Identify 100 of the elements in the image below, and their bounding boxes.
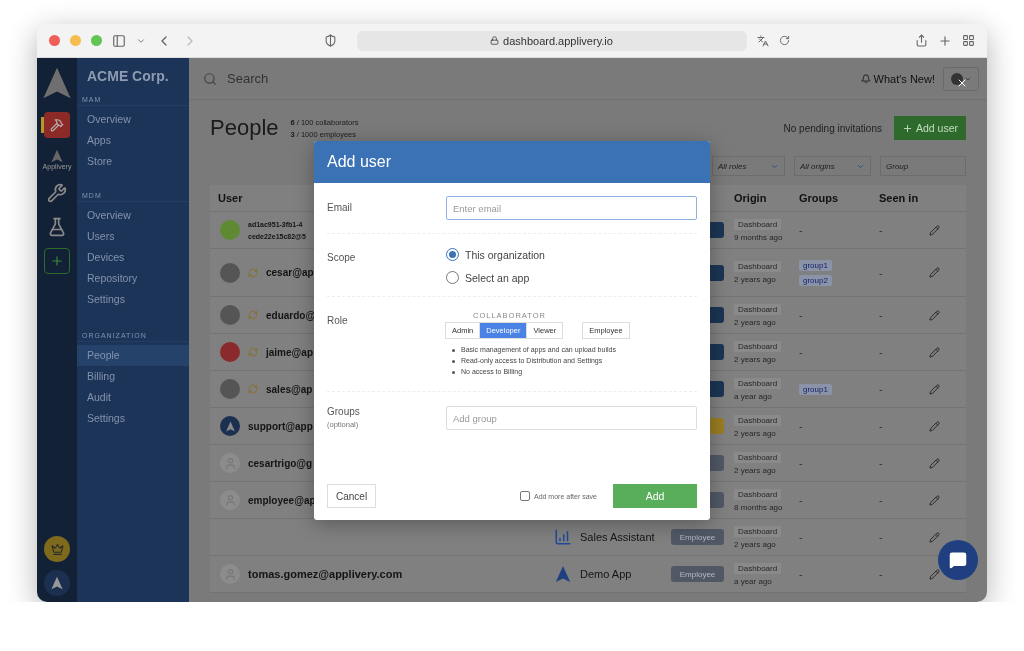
dialog-title: Add user	[314, 141, 710, 183]
edit-icon[interactable]	[929, 383, 940, 395]
wrench-icon	[47, 183, 67, 203]
edit-icon[interactable]	[929, 531, 940, 543]
origin-tag: Dashboard	[734, 488, 782, 500]
groups-empty: -	[799, 420, 803, 432]
origin-time: 2 years ago	[734, 428, 776, 438]
origin-tag: Dashboard	[734, 218, 782, 230]
origin-time: a year ago	[734, 391, 772, 401]
whats-new-link[interactable]: What's New!	[860, 72, 935, 85]
edit-icon[interactable]	[929, 224, 940, 236]
sidebar-item[interactable]: Devices	[77, 247, 189, 268]
sidebar-item[interactable]: Users	[77, 226, 189, 247]
bar-chart-icon	[554, 528, 572, 546]
field-label: Groups	[327, 406, 360, 417]
group-field[interactable]: Add group	[446, 406, 697, 430]
shield-icon[interactable]	[323, 34, 337, 47]
user-email: cesartrigo@g	[248, 457, 313, 469]
user-email: eduardo@	[266, 309, 316, 321]
filter-select[interactable]: All origins	[794, 156, 871, 176]
seen-in-empty: -	[879, 568, 883, 580]
edit-icon[interactable]	[929, 420, 940, 432]
scope-radio[interactable]: Select an app	[446, 271, 530, 284]
crown-button[interactable]	[44, 536, 70, 562]
sidebar-item[interactable]: Store	[77, 151, 189, 172]
invitations-text: No pending invitations	[783, 122, 882, 134]
sidebar-item[interactable]: Overview	[77, 109, 189, 130]
triangle-logo-icon	[50, 576, 64, 590]
edit-icon[interactable]	[929, 494, 940, 506]
search-icon	[203, 71, 217, 86]
scope-radio[interactable]: This organization	[446, 248, 545, 261]
origin-time: 8 months ago	[734, 502, 783, 512]
sidebar-item[interactable]: People	[77, 345, 189, 366]
groups-empty: -	[799, 346, 803, 358]
new-tab-icon[interactable]	[938, 33, 952, 48]
hammer-icon	[50, 118, 64, 132]
sidebar-item[interactable]: Settings	[77, 408, 189, 429]
reload-icon[interactable]	[778, 35, 790, 46]
triangle-logo-icon	[50, 148, 64, 163]
filter-select[interactable]: All roles	[712, 156, 785, 176]
add-user-button[interactable]: Add user	[893, 116, 966, 140]
column-header: Groups	[799, 192, 839, 204]
search-field[interactable]: Search	[225, 70, 853, 87]
sidebar-item[interactable]: Audit	[77, 387, 189, 408]
groups-empty: -	[799, 457, 803, 469]
role-badge: Employee	[671, 529, 724, 545]
sidebar-item[interactable]: Billing	[77, 366, 189, 387]
close-button[interactable]	[956, 77, 968, 89]
photo-placeholder	[220, 379, 240, 399]
translate-icon[interactable]	[756, 34, 769, 47]
edit-icon[interactable]	[929, 346, 940, 358]
edit-icon[interactable]	[929, 267, 940, 278]
lock-icon	[490, 36, 500, 45]
add-button[interactable]: Add	[613, 484, 697, 508]
avatar-icon	[950, 71, 964, 86]
origin-time: a year ago	[734, 576, 772, 586]
page-title: People	[210, 115, 279, 141]
seen-in-empty: -	[879, 457, 883, 469]
sidebar-item[interactable]: Apps	[77, 130, 189, 151]
origin-time: 9 months ago	[734, 232, 783, 242]
chat-button[interactable]	[938, 540, 978, 580]
sidebar-item[interactable]: Overview	[77, 205, 189, 226]
bell-icon	[860, 73, 871, 84]
bullet-icon	[452, 370, 455, 374]
add-rail-button[interactable]	[44, 248, 70, 274]
field-label: Scope	[327, 251, 356, 263]
close-window-button[interactable]	[49, 35, 60, 46]
origin-tag: Dashboard	[734, 303, 782, 315]
field-label: Role	[327, 314, 348, 326]
email-field[interactable]: Enter email	[446, 196, 697, 220]
organization-name: ACME Corp.	[86, 68, 170, 86]
share-icon[interactable]	[915, 34, 928, 47]
edit-icon[interactable]	[929, 309, 940, 321]
origin-time: 2 years ago	[734, 317, 776, 327]
user-email: tomas.gomez@applivery.com	[248, 568, 403, 580]
cancel-button[interactable]: Cancel	[327, 484, 377, 508]
logo-button[interactable]	[44, 570, 70, 596]
sidebar-item[interactable]: Settings	[77, 289, 189, 310]
zoom-window-button[interactable]	[91, 35, 102, 46]
tab-overview-icon[interactable]	[962, 34, 975, 47]
photo-placeholder	[220, 262, 240, 283]
plus-icon	[901, 122, 913, 134]
origin-tag: Dashboard	[734, 261, 782, 272]
origin-time: 2 years ago	[734, 275, 776, 284]
edit-icon[interactable]	[929, 457, 940, 469]
edit-icon[interactable]	[929, 568, 940, 580]
bullet-icon	[452, 359, 455, 363]
user-email: jaime@ap	[266, 346, 313, 358]
user-email: employee@ap	[248, 494, 316, 506]
sidebar-icon[interactable]	[112, 33, 126, 48]
sidebar-item[interactable]: Repository	[77, 268, 189, 289]
origin-tag: Dashboard	[734, 377, 782, 389]
group-tag: group2	[799, 274, 832, 286]
group-filter-field[interactable]: Group	[880, 156, 966, 176]
app-rail-button[interactable]	[44, 112, 70, 138]
groups-empty: -	[799, 494, 803, 506]
crown-icon	[50, 542, 64, 556]
user-email: cesar@ap	[266, 267, 314, 278]
app-name: Demo App	[580, 568, 632, 580]
address-bar[interactable]: dashboard.applivery.io	[356, 30, 747, 51]
